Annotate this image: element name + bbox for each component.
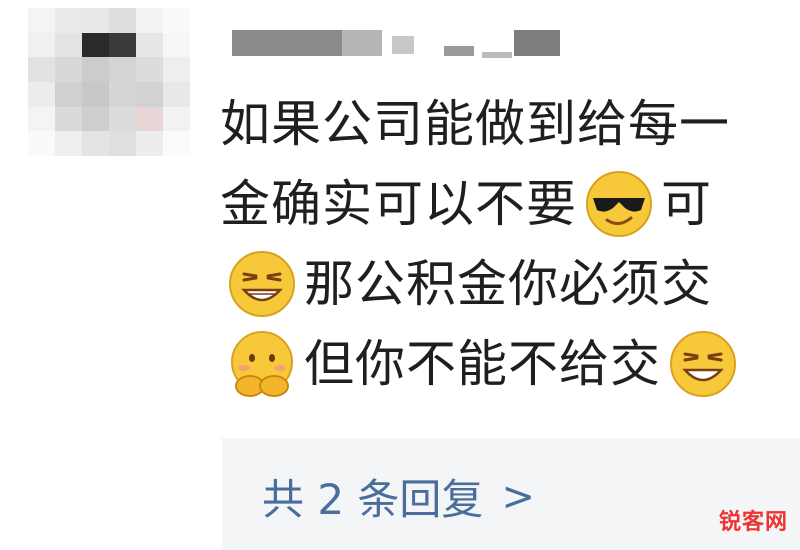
view-replies-link[interactable]: 共 2 条回复 > (262, 466, 535, 527)
sunglasses-icon (583, 168, 655, 240)
comment-line-4-text: 但你不能不给交 (304, 335, 661, 393)
comment-line-1: 如果公司能做到给每一 (220, 84, 800, 164)
grin-icon (226, 248, 298, 320)
chevron-right-icon: > (501, 473, 535, 520)
replies-bar: 共 2 条回复 > (222, 438, 800, 550)
comment-line-4: 但你不能不给交 (220, 324, 800, 404)
comment-line-3-text: 那公积金你必须交 (304, 255, 712, 313)
comment-line-2: 金确实可以不要 可 (220, 164, 800, 244)
grin-icon (667, 328, 739, 400)
replies-count-label: 共 2 条回复 (262, 475, 484, 524)
comment-line-2-text-a: 金确实可以不要 (220, 175, 577, 233)
comment-line-3: 那公积金你必须交 (220, 244, 800, 324)
comment-text: 如果公司能做到给每一 金确实可以不要 可 那公积金你必须交 但你不能不给交 (220, 84, 800, 404)
username-blurred[interactable] (232, 30, 572, 58)
avatar[interactable] (28, 8, 190, 156)
shy-cover-mouth-icon (226, 328, 298, 400)
comment-line-2-text-b: 可 (661, 175, 712, 233)
comment-line-1-text: 如果公司能做到给每一 (220, 95, 730, 153)
watermark: 锐客网 (718, 510, 788, 535)
